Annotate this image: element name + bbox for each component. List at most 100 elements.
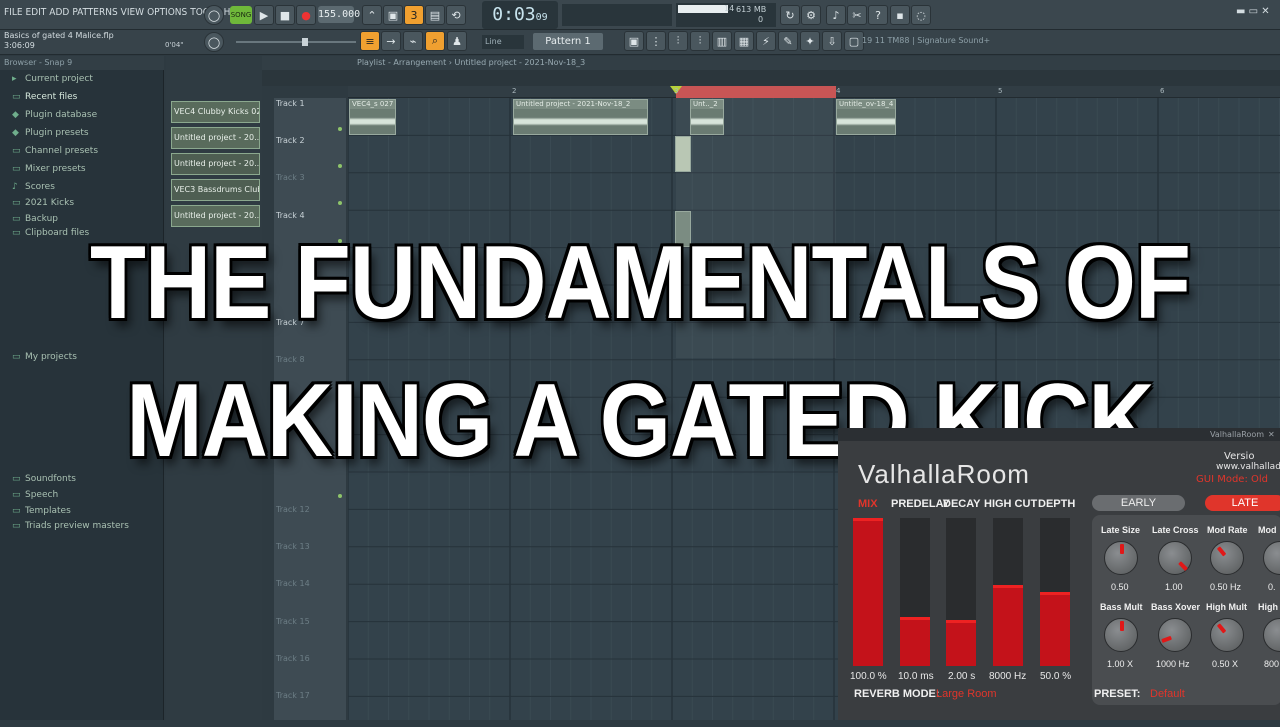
tool-icon-2[interactable]: ⋮ (646, 31, 666, 51)
high-cut-fader[interactable] (993, 518, 1023, 666)
snap-select[interactable]: Line (482, 35, 524, 49)
plugin-icon[interactable]: ⚡ (756, 31, 776, 51)
track-label[interactable]: Track 16 (276, 654, 338, 690)
step-edit-icon[interactable]: ▤ (425, 5, 445, 25)
browser-item-backup[interactable]: ▭ Backup (12, 214, 58, 224)
mod-rate-knob[interactable] (1210, 541, 1244, 575)
record-icon[interactable]: ● (296, 5, 316, 25)
tempo-display[interactable]: 155.000 (318, 6, 360, 23)
track-enabled-dot[interactable] (338, 127, 342, 131)
countdown-icon[interactable]: 3 (404, 5, 424, 25)
stamp-icon[interactable]: ♟ (447, 31, 467, 51)
bass-mult-knob[interactable] (1104, 618, 1138, 652)
window-controls[interactable]: ▬ ▭ ✕ (1236, 6, 1270, 17)
audio-clip[interactable]: Untitled project - 2021-Nov-18_2 (513, 99, 648, 135)
late-cross-knob[interactable] (1158, 541, 1192, 575)
mix-fader[interactable] (853, 518, 883, 666)
menu-add[interactable]: ADD (49, 7, 69, 18)
late-tab[interactable]: LATE (1205, 495, 1280, 511)
browser-item-2021-kicks[interactable]: ▭ 2021 Kicks (12, 198, 74, 208)
tool-icon-8[interactable]: ✎ (778, 31, 798, 51)
mixer-icon[interactable]: ⚙ (801, 5, 821, 25)
master-volume-knob[interactable]: ◯ (204, 5, 224, 25)
close-icon[interactable]: ✕ (1268, 428, 1275, 441)
track-label[interactable]: Track 14 (276, 579, 338, 615)
link-icon[interactable]: ⌕ (425, 31, 445, 51)
browser-item-soundfonts[interactable]: ▭ Soundfonts (12, 474, 76, 484)
song-mode-toggle[interactable]: SONG (230, 6, 252, 24)
tool-icon-5[interactable]: ▥ (712, 31, 732, 51)
gui-mode-toggle[interactable]: GUI Mode: Old (1196, 474, 1268, 485)
track-enabled-dot[interactable] (338, 164, 342, 168)
browser-item-scores[interactable]: ♪ Scores (12, 182, 55, 192)
magnet-icon[interactable]: ⌁ (403, 31, 423, 51)
channel-clip[interactable]: VEC4 Clubby Kicks 027 (171, 101, 260, 123)
browser-item-my-projects[interactable]: ▭ My projects (12, 352, 77, 362)
menu-file[interactable]: FILE (4, 7, 23, 18)
metronome-icon[interactable]: ⌃ (362, 5, 382, 25)
channel-clip[interactable]: Untitled project - 20.. (171, 127, 260, 149)
undo-icon[interactable]: ↻ (780, 5, 800, 25)
track-label[interactable]: Track 13 (276, 542, 338, 578)
track-label[interactable]: Track 1 (276, 99, 338, 135)
browser-item-mixer-presets[interactable]: ▭ Mixer presets (12, 164, 86, 174)
menu-options[interactable]: OPTIONS (147, 7, 187, 18)
download-icon[interactable]: ⇩ (822, 31, 842, 51)
high-mult-knob[interactable] (1210, 618, 1244, 652)
predelay-fader[interactable] (900, 518, 930, 666)
chat-icon[interactable]: ◌ (911, 5, 931, 25)
arrow-icon[interactable]: → (381, 31, 401, 51)
mic-icon[interactable]: ♪ (826, 5, 846, 25)
browser-item-triads[interactable]: ▭ Triads preview masters (12, 521, 129, 531)
tool-icon-9[interactable]: ✦ (800, 31, 820, 51)
playlist-icon[interactable]: ≡ (360, 31, 380, 51)
help-icon[interactable]: ? (868, 5, 888, 25)
track-enabled-dot[interactable] (338, 494, 342, 498)
depth-fader[interactable] (1040, 518, 1070, 666)
menu-view[interactable]: VIEW (121, 7, 144, 18)
browser-item-recent-files[interactable]: ▭ Recent files (12, 92, 77, 102)
decay-fader[interactable] (946, 518, 976, 666)
browser-item-plugin-database[interactable]: ◆ Plugin database (12, 110, 97, 120)
audio-clip[interactable] (675, 136, 691, 172)
slider-handle[interactable] (302, 38, 308, 46)
audio-clip[interactable]: Unt.._2 (690, 99, 724, 135)
track-label[interactable]: Track 17 (276, 691, 338, 727)
audio-clip[interactable]: Untitle_ov-18_4 (836, 99, 896, 135)
reverb-mode-select[interactable]: Large Room (936, 688, 997, 700)
wait-input-icon[interactable]: ▣ (383, 5, 403, 25)
browser-item-plugin-presets[interactable]: ◆ Plugin presets (12, 128, 89, 138)
track-enabled-dot[interactable] (338, 201, 342, 205)
track-label[interactable]: Track 3 (276, 173, 338, 209)
browser-item-templates[interactable]: ▭ Templates (12, 506, 71, 516)
browser-item-current-project[interactable]: ▸ Current project (12, 74, 93, 84)
pitch-knob[interactable]: ◯ (204, 32, 224, 52)
loop-region[interactable] (676, 86, 836, 98)
master-pitch-slider[interactable] (236, 38, 356, 46)
channel-clip[interactable]: Untitled project - 20.. (171, 153, 260, 175)
track-label[interactable]: Track 12 (276, 505, 338, 541)
tool-icon-3[interactable]: ⫶ (668, 31, 688, 51)
browser-item-channel-presets[interactable]: ▭ Channel presets (12, 146, 98, 156)
menu-patterns[interactable]: PATTERNS (72, 7, 117, 18)
preset-select[interactable]: Default (1150, 688, 1185, 700)
tool-icon-1[interactable]: ▣ (624, 31, 644, 51)
stop-icon[interactable]: ■ (275, 5, 295, 25)
pattern-select[interactable]: Pattern 1 (533, 33, 603, 50)
menu-edit[interactable]: EDIT (26, 7, 47, 18)
save-icon[interactable]: ▪ (890, 5, 910, 25)
play-icon[interactable]: ▶ (254, 5, 274, 25)
late-size-knob[interactable] (1104, 541, 1138, 575)
channel-clip[interactable]: VEC3 Bassdrums Club.. (171, 179, 260, 201)
browser-item-speech[interactable]: ▭ Speech (12, 490, 58, 500)
early-tab[interactable]: EARLY (1092, 495, 1185, 511)
tool-icon-4[interactable]: ⫶ (690, 31, 710, 51)
loop-record-icon[interactable]: ⟲ (446, 5, 466, 25)
track-label[interactable]: Track 15 (276, 617, 338, 653)
track-label[interactable]: Track 2 (276, 136, 338, 172)
tool-icon-11[interactable]: ▢ (844, 31, 864, 51)
audio-clip[interactable]: VEC4_s 027 (349, 99, 396, 135)
tool-icon-6[interactable]: ▦ (734, 31, 754, 51)
cut-icon[interactable]: ✂ (847, 5, 867, 25)
bass-xover-knob[interactable] (1158, 618, 1192, 652)
